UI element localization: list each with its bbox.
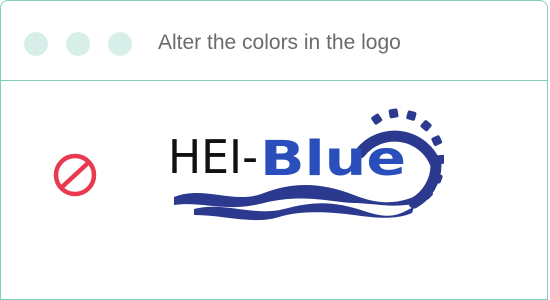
logo-text-hei: HEI- [168, 130, 258, 184]
card-title: Alter the colors in the logo [158, 31, 401, 54]
window-dot-2 [66, 32, 90, 56]
prohibited-icon [53, 153, 97, 197]
card-header: Alter the colors in the logo [1, 1, 547, 81]
window-dot-1 [24, 32, 48, 56]
window-dot-3 [108, 32, 132, 56]
waves-graphic [174, 184, 426, 221]
logo-text-blue: Blue [260, 131, 406, 187]
guideline-card: Alter the colors in the logo HEI- Blue [0, 0, 548, 300]
hei-blue-logo: HEI- Blue [168, 108, 444, 221]
